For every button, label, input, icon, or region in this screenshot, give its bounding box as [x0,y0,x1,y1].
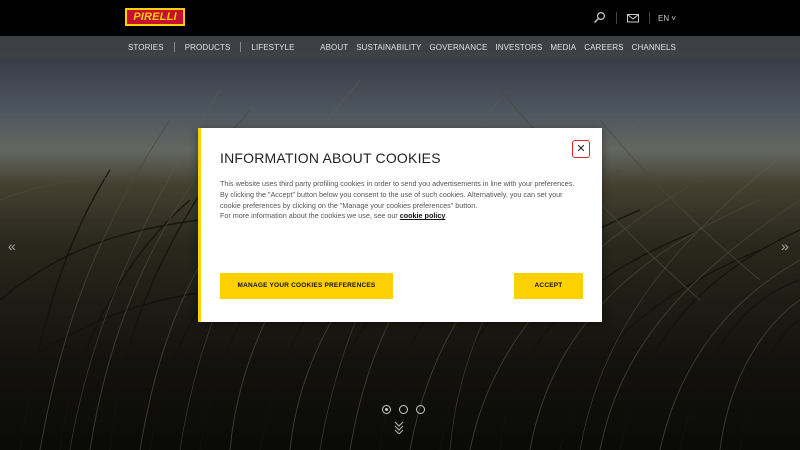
main-navigation: STORIES PRODUCTS LIFESTYLE ABOUT SUSTAIN… [0,36,800,58]
nav-item-stories[interactable]: STORIES [128,43,164,52]
dialog-paragraph: This website uses third party profiling … [220,179,575,188]
dialog-title: INFORMATION ABOUT COOKIES [220,150,441,166]
manage-cookies-button[interactable]: MANAGE YOUR COOKIES PREFERENCES [220,273,393,299]
header-divider [648,12,650,24]
close-icon[interactable]: ✕ [572,140,590,158]
nav-right-group: ABOUT SUSTAINABILITY GOVERNANCE INVESTOR… [312,36,676,58]
accept-button[interactable]: ACCEPT [514,273,583,299]
cookie-policy-link[interactable]: cookie policy [400,211,446,220]
dialog-paragraph: For more information about the cookies w… [220,211,582,222]
scroll-down-icon[interactable] [394,420,404,437]
carousel-dot[interactable] [382,405,391,414]
nav-item-media[interactable]: MEDIA [550,43,576,52]
search-icon[interactable] [593,11,607,25]
logo-text: PIRELLI [127,10,183,24]
nav-item-channels[interactable]: CHANNELS [632,43,676,52]
dialog-paragraph: By clicking the "Accept" button below yo… [220,189,563,210]
mail-icon[interactable] [626,11,640,25]
nav-divider [240,42,242,52]
carousel-dot[interactable] [399,405,408,414]
nav-item-lifestyle[interactable]: LIFESTYLE [251,43,294,52]
header-divider [615,12,617,24]
policy-intro-text: For more information about the cookies w… [220,211,400,221]
carousel-pagination [378,405,429,414]
nav-left-group: STORIES PRODUCTS LIFESTYLE [128,36,295,58]
nav-divider [173,42,175,52]
pirelli-logo[interactable]: PIRELLI [125,8,185,26]
dialog-accent-bar [198,128,201,322]
nav-item-sustainability[interactable]: SUSTAINABILITY [356,43,421,52]
policy-period: . [445,211,448,221]
nav-item-careers[interactable]: CAREERS [584,43,623,52]
nav-item-products[interactable]: PRODUCTS [185,43,231,52]
header-tools: EN ˅ [588,11,676,25]
nav-item-about[interactable]: ABOUT [320,43,348,52]
carousel-next-icon[interactable]: » [781,238,789,254]
nav-item-investors[interactable]: INVESTORS [495,43,542,52]
dialog-body: This website uses third party profiling … [220,179,582,222]
nav-item-governance[interactable]: GOVERNANCE [429,43,487,52]
language-selector[interactable]: EN ˅ [658,14,676,23]
carousel-prev-icon[interactable]: « [8,238,16,254]
carousel-dot[interactable] [416,405,425,414]
cookie-consent-dialog: ✕ INFORMATION ABOUT COOKIES This website… [198,128,602,322]
top-header: PIRELLI EN ˅ [0,0,800,36]
